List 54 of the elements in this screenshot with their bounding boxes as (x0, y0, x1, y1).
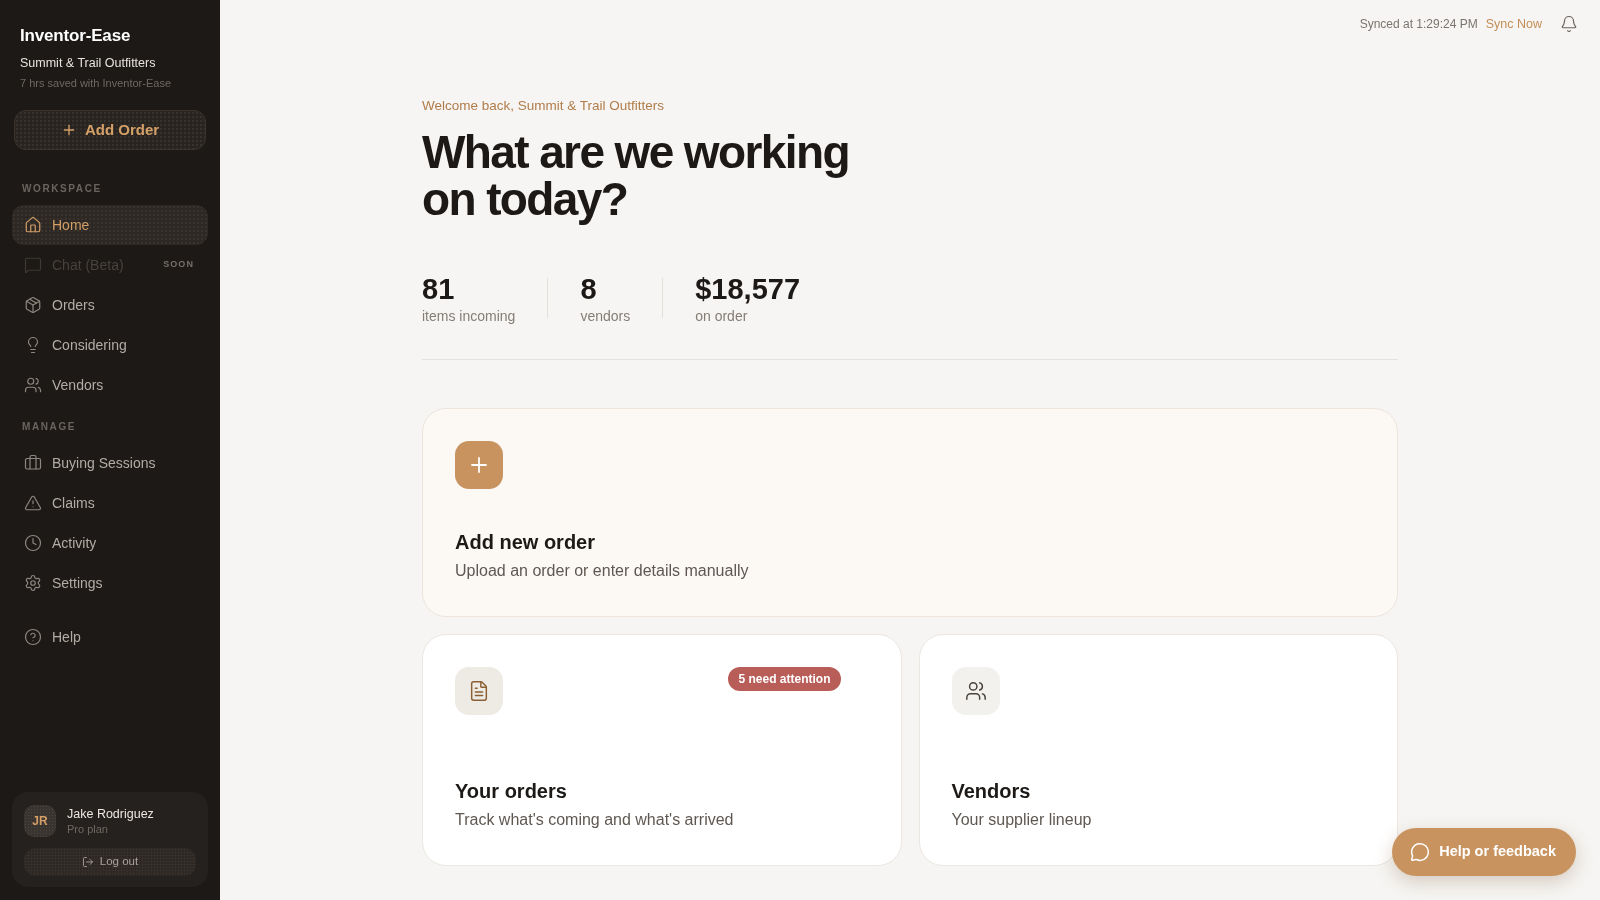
clock-icon (24, 534, 42, 552)
settings-icon (24, 574, 42, 592)
sidebar-nav-item[interactable]: Orders (12, 285, 208, 325)
warning-icon (24, 494, 42, 512)
box-icon (24, 296, 42, 314)
card-title: Vendors (951, 779, 1032, 803)
card-description: Your supplier lineup (951, 810, 1093, 830)
stat-label: on order (695, 307, 749, 325)
card-description: Upload an order or enter details manually (455, 561, 750, 581)
card-title: Your orders (455, 779, 568, 803)
logout-button[interactable]: Log out (24, 848, 196, 876)
chat-bubble-icon (24, 256, 42, 274)
sidebar-nav-item[interactable]: Claims (12, 483, 208, 523)
stat-value: 81 (422, 272, 456, 307)
action-card[interactable]: Add new order Upload an order or enter details manually (422, 408, 1398, 617)
user-name: Jake Rodriguez (67, 806, 154, 822)
section-label: WORKSPACE (21, 183, 103, 195)
house-icon (24, 216, 42, 234)
time-saved-text: 7 hrs saved with Inventor-Ease (20, 76, 173, 90)
document-icon (455, 667, 503, 715)
action-card[interactable]: 5 need attention Your orders Track what's coming and what's arrived (422, 634, 902, 866)
page-heading: What are we working on today? (422, 129, 850, 223)
card-description: Track what's coming and what's arrived (455, 810, 735, 830)
logout-icon (81, 856, 94, 868)
attention-badge: 5 need attention (728, 667, 841, 691)
sidebar-nav-item[interactable]: Help (12, 617, 208, 657)
app-name: Inventor-Ease (20, 25, 132, 47)
help-icon (24, 628, 42, 646)
action-card[interactable]: Vendors Your supplier lineup (918, 634, 1398, 866)
sidebar-nav-item[interactable]: Considering (12, 325, 208, 365)
stat-value: 8 (580, 272, 598, 307)
stat-label: vendors (580, 307, 631, 325)
sidebar-nav-item[interactable]: Vendors (12, 365, 208, 405)
section-label: MANAGE (21, 421, 78, 433)
sidebar-nav-item[interactable]: Settings (12, 563, 208, 603)
card-title: Add new order (455, 530, 596, 554)
stat-label: items incoming (422, 307, 516, 325)
user-plan: Pro plan (67, 822, 109, 836)
chat-bubble-icon (1410, 842, 1431, 862)
briefcase-icon (24, 454, 42, 472)
user-avatar: JR (24, 805, 56, 837)
sync-status: Synced at 1:29:24 PM (1359, 16, 1478, 33)
stat-value: $18,577 (695, 272, 800, 307)
people-icon (951, 667, 1000, 715)
people-icon (24, 376, 42, 394)
sidebar-nav-item[interactable]: Home (12, 205, 208, 245)
add-order-button[interactable]: Add Order (14, 110, 206, 150)
sidebar-nav-item[interactable]: Buying Sessions (12, 443, 208, 483)
company-name: Summit & Trail Outfitters (20, 55, 157, 71)
plus-icon (455, 441, 503, 489)
sidebar-nav-item[interactable]: Activity (12, 523, 208, 563)
notification-bell-icon[interactable] (1560, 15, 1578, 33)
status-text: SOON (163, 258, 195, 272)
welcome-text: Welcome back, Summit & Trail Outfitters (422, 98, 666, 114)
